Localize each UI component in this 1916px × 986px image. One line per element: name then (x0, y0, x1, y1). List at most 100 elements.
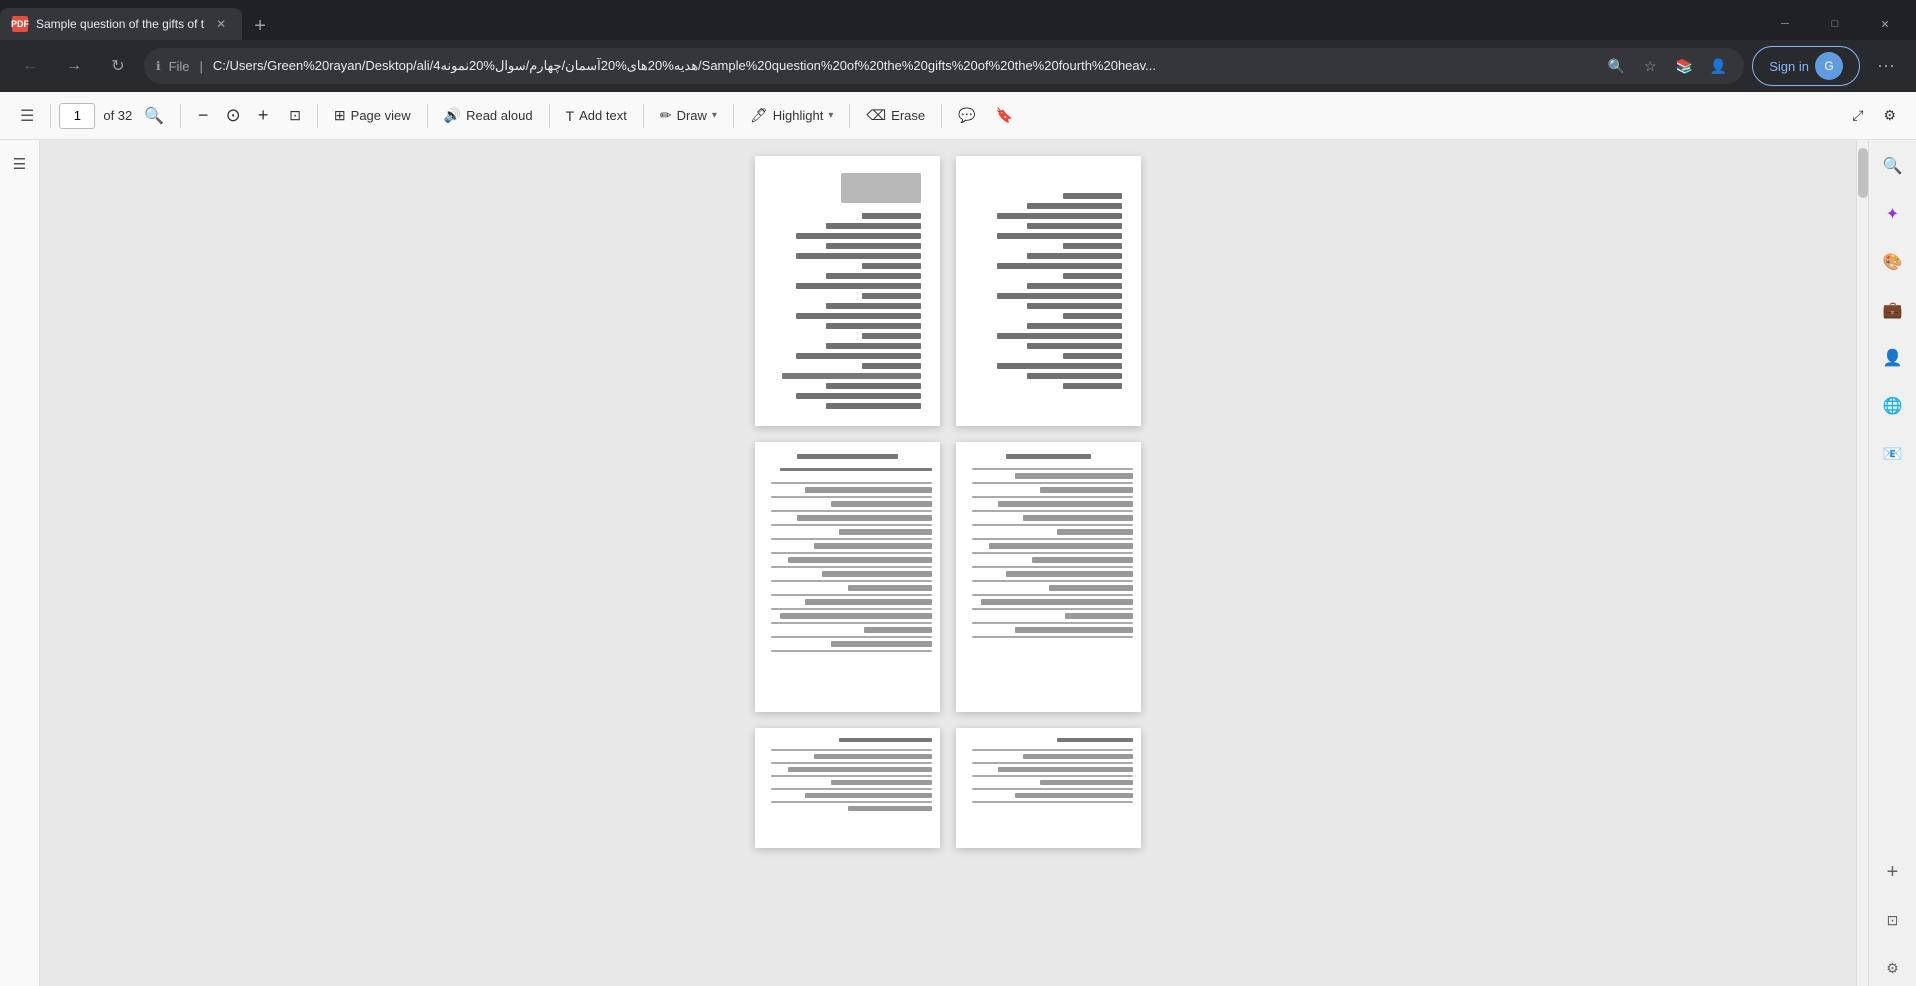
new-tab-button[interactable]: + (246, 12, 274, 40)
minimize-button[interactable]: ─ (1762, 8, 1808, 40)
toolbar-settings-button[interactable]: ⚙ (1875, 102, 1904, 129)
pdf-viewer[interactable] (40, 140, 1856, 986)
browser-tab[interactable]: PDF Sample question of the gifts of t ✕ (0, 8, 242, 40)
highlight-label: Highlight (773, 108, 824, 123)
sidebar-toggle-button[interactable]: ☰ (12, 101, 42, 131)
page-view-label: Page view (351, 108, 411, 123)
draw-chevron: ▾ (712, 110, 717, 121)
pdf-page-2 (956, 156, 1141, 426)
address-text: C:/Users/Green%20rayan/Desktop/ali/4هدیه… (213, 58, 1594, 74)
copilot-icon: ✦ (1886, 204, 1899, 224)
globe-icon: 🌐 (1883, 396, 1903, 416)
collections-button[interactable]: 📚 (1670, 52, 1698, 80)
scrollbar-thumb[interactable] (1858, 148, 1868, 198)
divider-5 (549, 104, 550, 128)
ext-settings-icon: ⚙ (1886, 960, 1899, 977)
copilot-button[interactable]: ✦ (1875, 196, 1911, 232)
thumbnails-button[interactable]: ☰ (4, 148, 36, 180)
profile-button[interactable]: 👤 (1704, 52, 1732, 80)
back-button[interactable]: ← (12, 48, 48, 84)
divider-1 (50, 104, 51, 128)
page-view-icon: ⊞ (334, 107, 346, 124)
divider-8 (849, 104, 850, 128)
info-icon: ℹ (156, 59, 161, 73)
paint-icon: 🎨 (1883, 252, 1903, 272)
zoom-fit-button[interactable]: ⊙ (219, 102, 247, 130)
read-aloud-icon: 🔊 (444, 107, 461, 124)
expand-icon: ⤢ (1852, 107, 1863, 124)
address-bar[interactable]: ℹ File | C:/Users/Green%20rayan/Desktop/… (144, 48, 1744, 84)
page-count: of 32 (103, 108, 132, 123)
search-ext-icon: 🔍 (1883, 156, 1903, 176)
add-text-label: Add text (579, 108, 627, 123)
sign-in-button[interactable]: Sign in G (1752, 46, 1860, 86)
add-text-icon: T (566, 108, 575, 124)
left-sidebar: ☰ (0, 140, 40, 986)
erase-label: Erase (891, 108, 925, 123)
outlook-button[interactable]: 📧 (1875, 436, 1911, 472)
tab-close-button[interactable]: ✕ (212, 15, 230, 33)
extension-sidebar: 🔍 ✦ 🎨 💼 👤 🌐 📧 + ⊡ ⚙ (1868, 140, 1916, 986)
tab-title: Sample question of the gifts of t (36, 17, 204, 31)
comment-icon: 💬 (958, 107, 975, 124)
search-address-button[interactable]: 🔍 (1602, 52, 1630, 80)
erase-button[interactable]: ⌫ Erase (858, 102, 933, 129)
briefcase-icon: 💼 (1883, 300, 1903, 320)
zoom-in-button[interactable]: + (249, 102, 277, 130)
add-extension-button[interactable]: + (1875, 854, 1911, 890)
draw-icon: ✏ (660, 107, 672, 124)
sidebar-icon: ☰ (20, 106, 34, 126)
read-aloud-button[interactable]: 🔊 Read aloud (436, 102, 541, 129)
page-number-input[interactable] (59, 103, 95, 129)
scrollbar-container[interactable] (1856, 140, 1868, 986)
draw-label: Draw (677, 108, 707, 123)
toolbar-settings-icon: ⚙ (1883, 107, 1896, 124)
fit-button[interactable]: ⊡ (1875, 902, 1911, 938)
divider-9 (941, 104, 942, 128)
page-view-button[interactable]: ⊞ Page view (326, 102, 419, 129)
highlight-chevron: ▾ (828, 110, 833, 121)
search-button[interactable]: 🔍 (136, 101, 172, 131)
pdf-page-1 (755, 156, 940, 426)
reload-button[interactable]: ↻ (100, 48, 136, 84)
bookmark-button[interactable]: 🔖 (988, 102, 1021, 129)
ext-settings-button[interactable]: ⚙ (1875, 950, 1911, 986)
search-extension-button[interactable]: 🔍 (1875, 148, 1911, 184)
globe-button[interactable]: 🌐 (1875, 388, 1911, 424)
maximize-button[interactable]: □ (1812, 8, 1858, 40)
close-button[interactable]: ✕ (1862, 8, 1908, 40)
divider-3 (317, 104, 318, 128)
zoom-out-button[interactable]: − (189, 102, 217, 130)
tab-favicon: PDF (12, 16, 28, 32)
draw-button[interactable]: ✏ Draw ▾ (652, 102, 725, 129)
fit-icon: ⊡ (1887, 912, 1899, 929)
paint-button[interactable]: 🎨 (1875, 244, 1911, 280)
forward-button[interactable]: → (56, 48, 92, 84)
favorites-button[interactable]: ☆ (1636, 52, 1664, 80)
fit-page-button[interactable]: ⊡ (281, 102, 309, 129)
person-button[interactable]: 👤 (1875, 340, 1911, 376)
user-avatar: G (1815, 52, 1843, 80)
divider-6 (643, 104, 644, 128)
divider-2 (180, 104, 181, 128)
comment-button[interactable]: 💬 (950, 102, 983, 129)
highlight-button[interactable]: 🖊 Highlight ▾ (742, 102, 841, 129)
bookmark-icon: 🔖 (996, 107, 1013, 124)
pages-row-2 (755, 442, 1141, 712)
more-options-button[interactable]: ⋯ (1868, 48, 1904, 84)
read-aloud-label: Read aloud (466, 108, 533, 123)
outlook-icon: 📧 (1883, 444, 1903, 464)
erase-icon: ⌫ (866, 107, 886, 124)
expand-button[interactable]: ⤢ (1844, 102, 1871, 129)
add-text-button[interactable]: T Add text (558, 103, 635, 129)
fit-page-icon: ⊡ (289, 107, 301, 124)
pdf-page-3 (755, 442, 940, 712)
pages-row-1 (755, 156, 1141, 426)
pages-row-3 (755, 728, 1141, 848)
pdf-page-6 (956, 728, 1141, 848)
page-header-image (841, 173, 921, 203)
briefcase-button[interactable]: 💼 (1875, 292, 1911, 328)
divider-4 (427, 104, 428, 128)
highlight-icon: 🖊 (750, 107, 768, 124)
pdf-page-4 (956, 442, 1141, 712)
